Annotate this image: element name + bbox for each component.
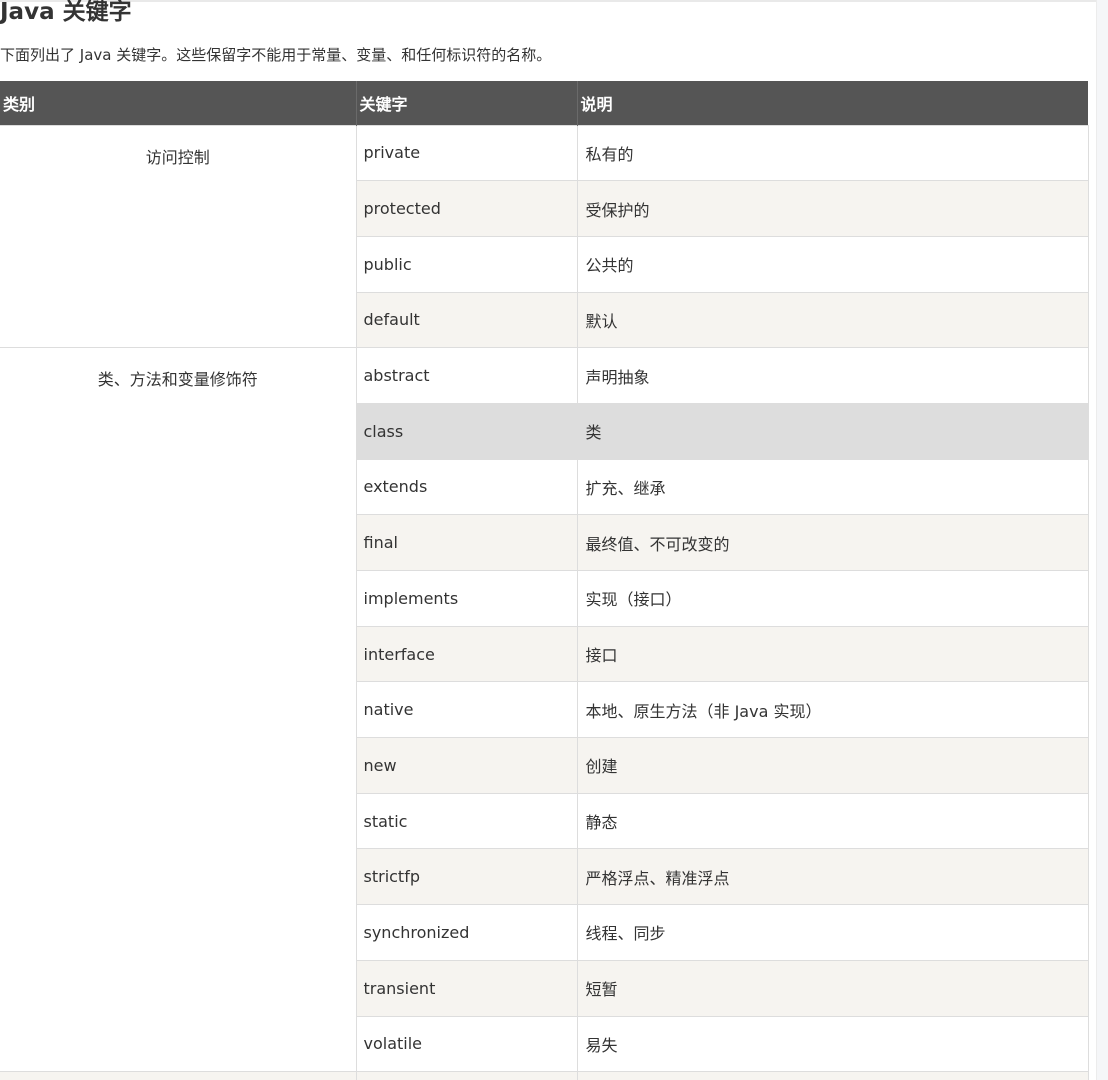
keywords-table: 类别 关键字 说明 访问控制 private 私有的 protected 受保护的 pub… [0, 81, 1089, 1080]
description-cell: 类 [576, 402, 1089, 460]
keyword-cell: implements [355, 570, 578, 627]
header-description: 说明 [576, 81, 1088, 125]
keyword-cell: interface [355, 625, 578, 683]
table-row: 类、方法和变量修饰符 abstract 声明抽象 [0, 347, 1089, 1073]
intro-paragraph: 下面列出了 Java 关键字。这些保留字不能用于常量、变量、和任何标识符的名称。 [0, 46, 552, 64]
keyword-cell: public [355, 235, 578, 293]
keyword-cell: abstract [355, 347, 578, 404]
keyword-cell: default [355, 291, 578, 349]
keyword-cell: strictfp [355, 848, 578, 906]
keyword-cell: synchronized [355, 904, 578, 961]
table-header-row: 类别 关键字 说明 [0, 81, 1088, 125]
description-cell: 私有的 [576, 124, 1089, 182]
description-cell: 线程、同步 [576, 904, 1089, 961]
description-cell: 创建 [576, 737, 1089, 794]
description-cell: 易失 [576, 1015, 1089, 1073]
description-cell: 最终值、不可改变的 [576, 514, 1089, 571]
empty-cell [576, 1071, 1089, 1080]
header-keyword: 关键字 [355, 81, 577, 125]
page: Java 关键字 下面列出了 Java 关键字。这些保留字不能用于常量、变量、和… [0, 0, 1108, 1080]
description-cell: 声明抽象 [576, 347, 1089, 404]
description-cell: 本地、原生方法（非 Java 实现） [576, 681, 1089, 739]
keyword-cell: transient [355, 959, 578, 1017]
description-cell: 短暂 [576, 959, 1089, 1017]
keyword-cell: static [355, 792, 578, 850]
description-cell: 公共的 [576, 235, 1089, 293]
table-row-partial [0, 1071, 1089, 1080]
keyword-cell: final [355, 514, 578, 571]
keyword-cell: native [355, 681, 578, 739]
description-cell: 默认 [576, 291, 1089, 349]
keyword-cell: protected [355, 180, 578, 237]
description-cell: 实现（接口） [576, 570, 1089, 627]
description-cell: 扩充、继承 [576, 458, 1089, 516]
category-cell: 类、方法和变量修饰符 [0, 347, 357, 1073]
description-cell: 接口 [576, 625, 1089, 683]
keyword-cell: private [355, 124, 578, 182]
description-cell: 严格浮点、精准浮点 [576, 848, 1089, 906]
top-divider [0, 0, 1108, 2]
keyword-cell: new [355, 737, 578, 794]
empty-cell [355, 1071, 578, 1080]
table-row: 访问控制 private 私有的 [0, 124, 1089, 349]
keyword-cell: class [355, 402, 578, 460]
description-cell: 静态 [576, 792, 1089, 850]
header-category: 类别 [0, 81, 356, 125]
keyword-cell: volatile [355, 1015, 578, 1073]
empty-cell [0, 1071, 357, 1080]
description-cell: 受保护的 [576, 180, 1089, 237]
scrollbar-track[interactable] [1096, 0, 1108, 1080]
table-body: 访问控制 private 私有的 protected 受保护的 public 公共的 defa… [0, 124, 1089, 1080]
page-title: Java 关键字 [0, 0, 132, 25]
keyword-cell: extends [355, 458, 578, 516]
category-cell: 访问控制 [0, 124, 357, 349]
